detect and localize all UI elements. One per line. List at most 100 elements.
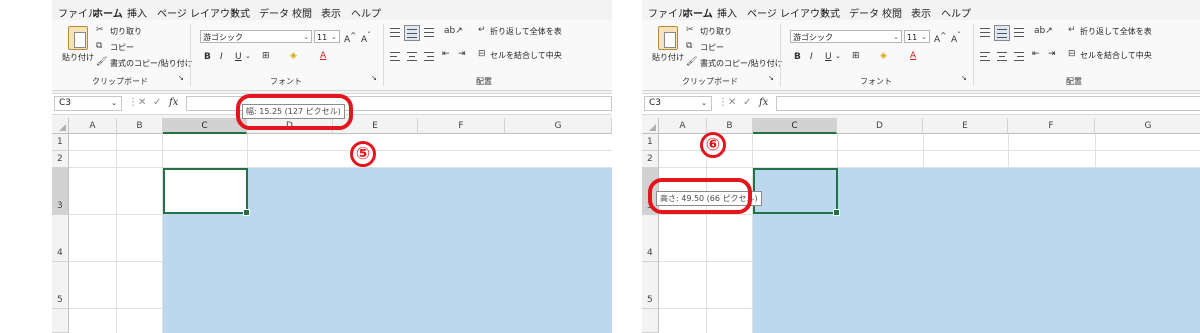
column-header-c[interactable]: C — [753, 118, 837, 134]
clipboard-launcher-icon[interactable]: ↘ — [768, 74, 774, 82]
column-header-e[interactable]: E — [923, 118, 1008, 134]
menu-home[interactable]: ホーム — [93, 5, 123, 23]
menu-page-layout[interactable]: ページ レイアウト — [747, 5, 830, 20]
row-header-6[interactable] — [52, 309, 69, 333]
orientation-icon[interactable]: ab↗ — [1034, 26, 1053, 36]
decrease-font-icon[interactable]: Aˇ — [361, 31, 371, 45]
border-icon[interactable]: ⊞ — [262, 51, 270, 61]
menu-help[interactable]: ヘルプ — [351, 5, 381, 20]
menu-data[interactable]: データ — [849, 5, 879, 20]
decrease-indent-icon[interactable]: ⇤ — [442, 49, 450, 59]
font-name-select[interactable]: 游ゴシック ⌄ — [200, 30, 312, 43]
menu-view[interactable]: 表示 — [321, 5, 341, 20]
column-header-f[interactable]: F — [1008, 118, 1095, 134]
row-header-1[interactable]: 1 — [642, 134, 659, 151]
underline-icon[interactable]: U — [235, 52, 242, 62]
menu-page-layout[interactable]: ページ レイアウト — [157, 5, 240, 20]
format-painter-button[interactable]: 書式のコピー/貼り付け — [700, 58, 783, 69]
italic-icon[interactable]: I — [220, 52, 223, 62]
enter-icon[interactable]: ✓ — [153, 97, 161, 108]
row-header-5[interactable]: 5 — [52, 262, 69, 309]
worksheet-grid[interactable]: A B C D E F G 1 2 3 4 5 — [642, 118, 1200, 333]
fill-color-icon[interactable]: ◈ — [290, 51, 297, 61]
menu-file[interactable]: ファイル — [648, 5, 688, 20]
column-header-a[interactable]: A — [69, 118, 117, 134]
row-header-6[interactable] — [642, 309, 659, 333]
border-icon[interactable]: ⊞ — [852, 51, 860, 61]
merge-center-button[interactable]: セルを結合して中央 — [490, 50, 562, 61]
paste-button[interactable]: 貼り付け — [62, 52, 94, 63]
copy-button[interactable]: コピー — [700, 42, 724, 53]
bold-icon[interactable]: B — [794, 52, 801, 62]
wrap-text-button[interactable]: 折り返して全体を表 — [490, 26, 562, 37]
italic-icon[interactable]: I — [810, 52, 813, 62]
column-header-g[interactable]: G — [505, 118, 612, 134]
format-painter-button[interactable]: 書式のコピー/貼り付け — [110, 58, 193, 69]
font-color-icon[interactable]: A — [320, 51, 326, 61]
worksheet-grid[interactable]: A B C D E F G 1 2 3 4 5 — [52, 118, 612, 333]
menu-formulas[interactable]: 数式 — [230, 5, 250, 20]
fill-color-icon[interactable]: ◈ — [880, 51, 887, 61]
chevron-down-icon[interactable]: ⌄ — [245, 52, 251, 60]
font-color-icon[interactable]: A — [910, 51, 916, 61]
menu-help[interactable]: ヘルプ — [941, 5, 971, 20]
menu-review[interactable]: 校閲 — [292, 5, 312, 20]
paste-icon[interactable] — [68, 26, 88, 50]
chevron-down-icon[interactable]: ⌄ — [835, 52, 841, 60]
insert-function-icon[interactable]: fx — [169, 97, 178, 108]
row-header-4[interactable]: 4 — [52, 215, 69, 262]
name-box[interactable]: C3 ⌄ — [644, 96, 712, 111]
row-header-3[interactable]: 3 — [52, 168, 69, 215]
insert-function-icon[interactable]: fx — [759, 97, 768, 108]
column-header-d[interactable]: D — [837, 118, 923, 134]
bold-icon[interactable]: B — [204, 52, 211, 62]
column-header-c[interactable]: C — [163, 118, 247, 134]
menu-home[interactable]: ホーム — [683, 5, 713, 23]
column-header-f[interactable]: F — [418, 118, 505, 134]
active-cell-c3[interactable] — [753, 168, 840, 216]
increase-indent-icon[interactable]: ⇥ — [1048, 49, 1056, 59]
menu-review[interactable]: 校閲 — [882, 5, 902, 20]
align-middle-icon[interactable] — [404, 25, 420, 41]
font-size-select[interactable]: 11 ⌄ — [314, 30, 340, 43]
menu-formulas[interactable]: 数式 — [820, 5, 840, 20]
column-header-b[interactable]: B — [117, 118, 163, 134]
font-launcher-icon[interactable]: ↘ — [371, 74, 377, 82]
wrap-text-button[interactable]: 折り返して全体を表 — [1080, 26, 1152, 37]
increase-indent-icon[interactable]: ⇥ — [458, 49, 466, 59]
column-header-a[interactable]: A — [659, 118, 707, 134]
menu-view[interactable]: 表示 — [911, 5, 931, 20]
decrease-font-icon[interactable]: Aˇ — [951, 31, 961, 45]
row-header-4[interactable]: 4 — [642, 215, 659, 262]
underline-icon[interactable]: U — [825, 52, 832, 62]
name-box[interactable]: C3 ⌄ — [54, 96, 122, 111]
formula-input[interactable] — [776, 96, 1200, 111]
increase-font-icon[interactable]: A^ — [934, 31, 946, 45]
cancel-icon[interactable]: ✕ — [138, 97, 146, 108]
copy-button[interactable]: コピー — [110, 42, 134, 53]
merge-center-button[interactable]: セルを結合して中央 — [1080, 50, 1152, 61]
orientation-icon[interactable]: ab↗ — [444, 26, 463, 36]
align-middle-icon[interactable] — [994, 25, 1010, 41]
menu-data[interactable]: データ — [259, 5, 289, 20]
paste-icon[interactable] — [658, 26, 678, 50]
clipboard-launcher-icon[interactable]: ↘ — [178, 74, 184, 82]
decrease-indent-icon[interactable]: ⇤ — [1032, 49, 1040, 59]
font-launcher-icon[interactable]: ↘ — [961, 74, 967, 82]
menu-file[interactable]: ファイル — [58, 5, 98, 20]
increase-font-icon[interactable]: A^ — [344, 31, 356, 45]
menu-insert[interactable]: 挿入 — [127, 5, 147, 20]
row-header-5[interactable]: 5 — [642, 262, 659, 309]
cut-button[interactable]: 切り取り — [110, 26, 142, 37]
enter-icon[interactable]: ✓ — [743, 97, 751, 108]
active-cell-c3[interactable] — [163, 168, 250, 216]
select-all-corner[interactable] — [642, 118, 659, 134]
paste-button[interactable]: 貼り付け — [652, 52, 684, 63]
row-header-2[interactable]: 2 — [52, 151, 69, 168]
row-header-2[interactable]: 2 — [642, 151, 659, 168]
row-header-1[interactable]: 1 — [52, 134, 69, 151]
font-size-select[interactable]: 11 ⌄ — [904, 30, 930, 43]
select-all-corner[interactable] — [52, 118, 69, 134]
cancel-icon[interactable]: ✕ — [728, 97, 736, 108]
cut-button[interactable]: 切り取り — [700, 26, 732, 37]
